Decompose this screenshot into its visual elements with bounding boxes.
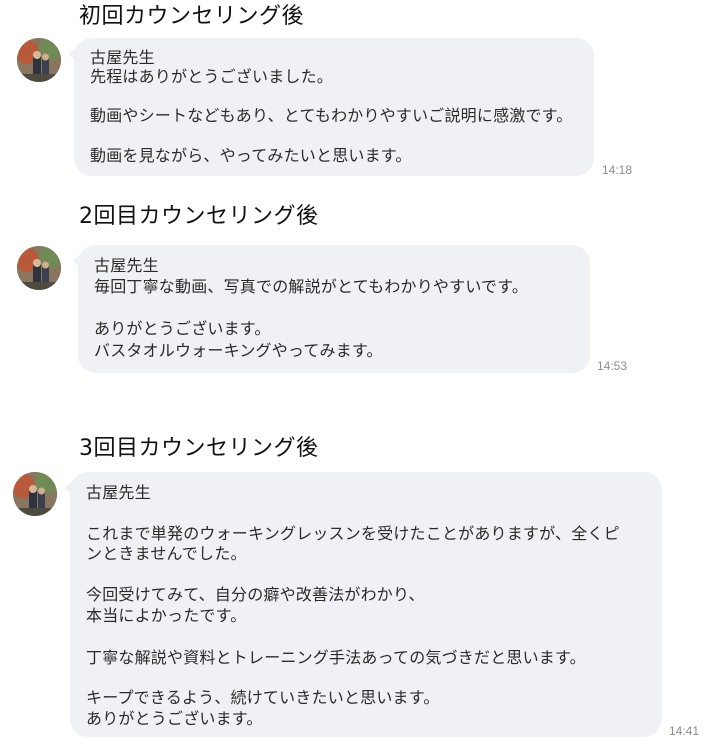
avatar[interactable]: [17, 246, 61, 290]
avatar[interactable]: [17, 38, 61, 82]
message-line: ありがとうございます。: [94, 319, 271, 338]
message-line: 動画やシートなどもあり、とてもわかりやすいご説明に感激です。: [90, 106, 573, 125]
message-line: キープできるよう、続けていきたいと思います。: [86, 688, 440, 707]
avatar-photo-icon: [17, 246, 61, 290]
bubble-tail: [64, 482, 72, 494]
message-bubble[interactable]: 古屋先生 先程はありがとうございました。 動画やシートなどもあり、とてもわかりや…: [68, 38, 594, 176]
message-line: ありがとうございます。: [86, 709, 263, 728]
avatar-photo-icon: [17, 38, 61, 82]
message-line: ンときませんでした。: [86, 544, 247, 563]
section-heading: 初回カウンセリング後: [79, 4, 305, 29]
message-line: 毎回丁寧な動画、写真での解説がとてもわかりやすいです。: [94, 277, 529, 296]
message-line: バスタオルウォーキングやってみます。: [94, 341, 383, 360]
section-heading: 3回目カウンセリング後: [79, 436, 319, 461]
message-line: 先程はありがとうございました。: [90, 67, 334, 86]
avatar-photo-icon: [13, 472, 57, 516]
message-bubble[interactable]: 古屋先生 毎回丁寧な動画、写真での解説がとてもわかりやすいです。 ありがとうござ…: [72, 245, 590, 373]
section-heading: 2回目カウンセリング後: [79, 204, 319, 229]
message-line: 動画を見ながら、やってみたいと思います。: [90, 146, 412, 165]
avatar[interactable]: [13, 472, 57, 516]
timestamp: 14:41: [669, 724, 700, 738]
sender-name: 古屋先生: [94, 256, 159, 275]
message-line: 今回受けてみて、自分の癖や改善法がわかり、: [86, 585, 425, 604]
timestamp: 14:18: [602, 163, 633, 177]
bubble-tail: [72, 255, 80, 267]
bubble-tail: [68, 48, 76, 60]
sender-name: 古屋先生: [90, 48, 155, 67]
message-line: これまで単発のウォーキングレッスンを受けたことがありますが、全くピ: [86, 524, 620, 543]
sender-name: 古屋先生: [86, 483, 151, 502]
message-bubble[interactable]: 古屋先生 これまで単発のウォーキングレッスンを受けたことがありますが、全くピ ン…: [64, 472, 662, 737]
message-line: 本当によかったです。: [86, 606, 247, 625]
timestamp: 14:53: [597, 359, 628, 373]
message-line: 丁寧な解説や資料とトレーニング手法あっての気づきだと思います。: [86, 648, 586, 667]
